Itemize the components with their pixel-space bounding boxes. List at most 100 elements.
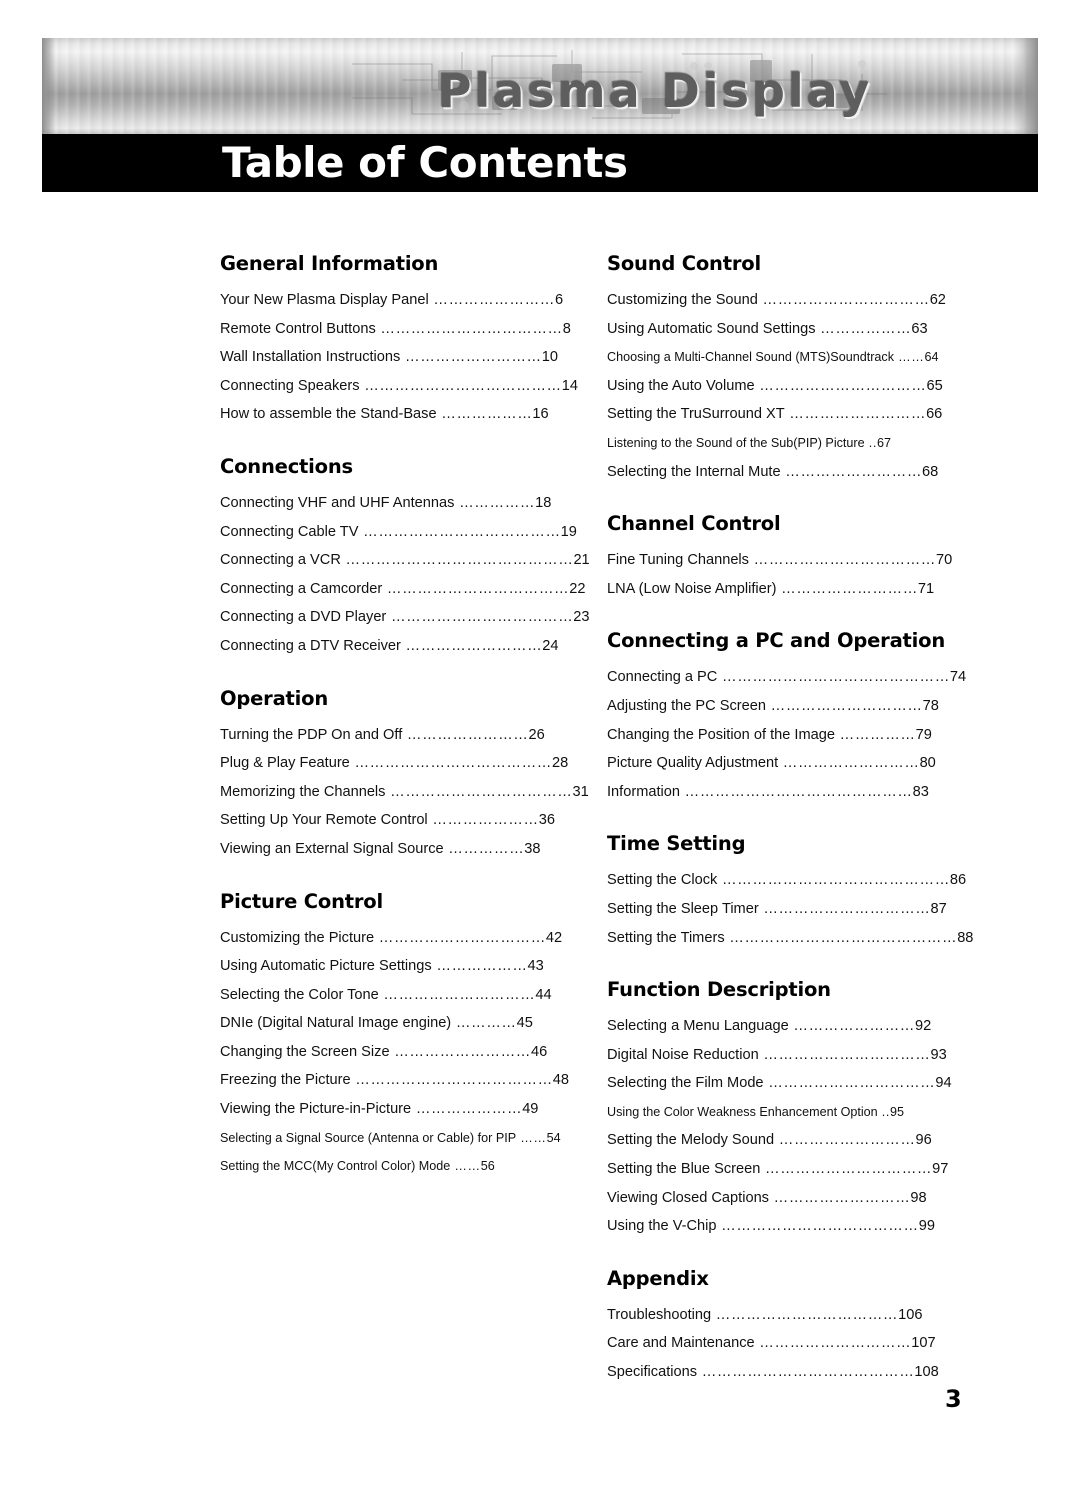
- toc-entry[interactable]: Plug & Play Feature …………………………………28: [220, 749, 568, 778]
- toc-entry[interactable]: Listening to the Sound of the Sub(PIP) P…: [607, 429, 937, 458]
- toc-entry[interactable]: Using the V-Chip …………………………………99: [607, 1212, 937, 1241]
- toc-entry[interactable]: Setting Up Your Remote Control …………………36: [220, 806, 555, 835]
- toc-entry-leader-dots: ………………………………: [748, 552, 936, 569]
- toc-entry[interactable]: Choosing a Multi-Channel Sound (MTS)Soun…: [607, 343, 939, 372]
- toc-entry-label: Freezing the Picture: [220, 1072, 351, 1089]
- toc-entry[interactable]: Connecting a VCR ………………………………………21: [220, 546, 590, 575]
- toc-entry[interactable]: Setting the Clock ………………………………………86: [607, 866, 966, 895]
- toc-entry-leader-dots: ………………………………………: [717, 872, 950, 889]
- toc-entry-page: 94: [935, 1075, 952, 1092]
- toc-entry-page: 98: [910, 1189, 927, 1206]
- toc-entry[interactable]: Turning the PDP On and Off ……………………26: [220, 721, 550, 750]
- toc-entry[interactable]: Your New Plasma Display Panel ……………………6: [220, 286, 563, 315]
- toc-entry[interactable]: Connecting a DTV Receiver ………………………24: [220, 632, 559, 661]
- toc-entry-leader-dots: ………………: [815, 320, 912, 337]
- toc-entry-page: 36: [538, 812, 555, 829]
- toc-section-heading: Time Setting: [607, 832, 746, 856]
- toc-entry[interactable]: Selecting the Film Mode ……………………………94: [607, 1069, 952, 1098]
- toc-entry[interactable]: LNA (Low Noise Amplifier) ………………………71: [607, 575, 937, 604]
- toc-entry[interactable]: Selecting a Menu Language ……………………92: [607, 1012, 937, 1041]
- toc-entry[interactable]: Viewing the Picture-in-Picture …………………49: [220, 1095, 550, 1124]
- toc-entry-label: Wall Installation Instructions: [220, 349, 401, 366]
- toc-entry[interactable]: Customizing the Sound ……………………………62: [607, 286, 946, 315]
- toc-entry[interactable]: Troubleshooting ………………………………106: [607, 1301, 937, 1330]
- toc-entry[interactable]: Selecting a Signal Source (Antenna or Ca…: [220, 1124, 561, 1153]
- toc-entry[interactable]: Freezing the Picture …………………………………48: [220, 1066, 569, 1095]
- toc-entry[interactable]: DNIe (Digital Natural Image engine) ……………: [220, 1009, 550, 1038]
- toc-entry-page: 45: [516, 1015, 533, 1032]
- toc-entry-label: Changing the Screen Size: [220, 1043, 390, 1060]
- toc-entry-leader-dots: ……………………………: [754, 377, 927, 394]
- toc-entry[interactable]: Changing the Screen Size ………………………46: [220, 1038, 550, 1067]
- toc-section: Sound Control Customizing the Sound ………………: [607, 252, 946, 487]
- toc-entry-leader-dots: ……: [516, 1130, 547, 1145]
- toc-entry-label: Selecting a Menu Language: [607, 1018, 789, 1035]
- toc-entry[interactable]: Specifications ……………………………………108: [607, 1358, 939, 1387]
- toc-section: Time Setting Setting the Clock ……………………………: [607, 832, 973, 953]
- toc-entry-label: Connecting a DTV Receiver: [220, 637, 401, 654]
- toc-entry[interactable]: Setting the Blue Screen ……………………………97: [607, 1155, 948, 1184]
- toc-entry[interactable]: Using the Auto Volume ……………………………65: [607, 372, 943, 401]
- toc-entry-page: 92: [914, 1018, 932, 1035]
- toc-entry[interactable]: Setting the TruSurround XT ………………………66: [607, 400, 942, 429]
- toc-entry[interactable]: Connecting Cable TV …………………………………19: [220, 518, 577, 547]
- toc-entry-leader-dots: ……………………: [402, 726, 529, 743]
- toc-entry-page: 19: [560, 523, 577, 540]
- toc-entry-page: 97: [932, 1161, 949, 1178]
- toc-entry-page: 48: [552, 1072, 570, 1089]
- toc-entry-leader-dots: …………: [451, 1015, 517, 1032]
- toc-entry[interactable]: Digital Noise Reduction ……………………………93: [607, 1041, 947, 1070]
- toc-entry[interactable]: Selecting the Color Tone …………………………44: [220, 981, 552, 1010]
- toc-section-heading: General Information: [220, 252, 439, 275]
- toc-entry[interactable]: Customizing the Picture ……………………………42: [220, 924, 562, 953]
- toc-entry-leader-dots: ………………………: [776, 580, 918, 597]
- toc-entry[interactable]: Connecting VHF and UHF Antennas ……………18: [220, 489, 551, 518]
- toc-entry[interactable]: Memorizing the Channels ………………………………31: [220, 778, 589, 807]
- toc-entry[interactable]: Picture Quality Adjustment ………………………80: [607, 749, 937, 778]
- toc-entry[interactable]: Care and Maintenance …………………………107: [607, 1329, 937, 1358]
- toc-entry[interactable]: Setting the MCC(My Control Color) Mode ……: [220, 1152, 550, 1181]
- toc-entry[interactable]: Using the Color Weakness Enhancement Opt…: [607, 1098, 937, 1127]
- toc-entry[interactable]: Adjusting the PC Screen …………………………78: [607, 692, 939, 721]
- toc-entry-page: 23: [573, 609, 590, 626]
- toc-entry-page: 66: [926, 406, 943, 423]
- toc-entry-page: 44: [535, 986, 552, 1003]
- toc-entry[interactable]: Setting the Melody Sound ………………………96: [607, 1126, 937, 1155]
- toc-entry-leader-dots: ………………: [436, 406, 533, 423]
- toc-entry-label: Customizing the Picture: [220, 929, 375, 946]
- toc-entry[interactable]: Information ………………………………………83: [607, 778, 937, 807]
- toc-entry-label: Customizing the Sound: [607, 292, 758, 308]
- toc-entry[interactable]: Wall Installation Instructions …………………………: [220, 343, 558, 372]
- toc-entry-page: 31: [572, 783, 589, 800]
- toc-entry[interactable]: Using Automatic Sound Settings ………………63: [607, 315, 937, 344]
- toc-section-heading: Picture Control: [220, 889, 383, 913]
- toc-section-heading: Channel Control: [607, 512, 781, 536]
- toc-entry[interactable]: Viewing an External Signal Source ……………3…: [220, 835, 550, 864]
- toc-entry[interactable]: Using Automatic Picture Settings ………………4…: [220, 952, 550, 981]
- toc-entry-label: Setting the MCC(My Control Color) Mode: [220, 1159, 451, 1174]
- toc-entry-page: 63: [911, 320, 928, 337]
- toc-entry-label: Using Automatic Picture Settings: [220, 958, 432, 975]
- toc-entry-page: 68: [922, 463, 939, 480]
- toc-entry[interactable]: Connecting Speakers …………………………………14: [220, 372, 578, 401]
- toc-entry-label: Plug & Play Feature: [220, 755, 350, 772]
- toc-entry[interactable]: Viewing Closed Captions ………………………98: [607, 1184, 937, 1213]
- toc-entry-label: Your New Plasma Display Panel: [220, 292, 429, 308]
- toc-entry-page: 26: [528, 726, 545, 743]
- toc-entry-leader-dots: ………………………: [400, 349, 542, 366]
- toc-entry-leader-dots: ……………………………: [757, 292, 930, 308]
- toc-entry[interactable]: Setting the Sleep Timer ……………………………87: [607, 895, 947, 924]
- toc-entry[interactable]: Connecting a Camcorder ………………………………22: [220, 575, 585, 604]
- toc-entry-page: 38: [524, 840, 541, 857]
- brand-title: Plasma Display: [437, 64, 873, 118]
- toc-entry[interactable]: Selecting the Internal Mute ………………………68: [607, 458, 939, 487]
- toc-entry[interactable]: Changing the Position of the Image ………………: [607, 721, 937, 750]
- toc-entry[interactable]: Fine Tuning Channels ………………………………70: [607, 546, 952, 575]
- toc-entry[interactable]: Connecting a DVD Player ………………………………23: [220, 603, 590, 632]
- toc-entry-page: 79: [915, 726, 932, 743]
- toc-entry[interactable]: Setting the Timers ………………………………………88: [607, 924, 973, 953]
- toc-entry[interactable]: How to assemble the Stand-Base ………………16: [220, 400, 550, 429]
- toc-entry-leader-dots: …………………: [427, 812, 539, 829]
- toc-entry[interactable]: Connecting a PC ………………………………………74: [607, 663, 966, 692]
- toc-entry[interactable]: Remote Control Buttons ………………………………8: [220, 315, 571, 344]
